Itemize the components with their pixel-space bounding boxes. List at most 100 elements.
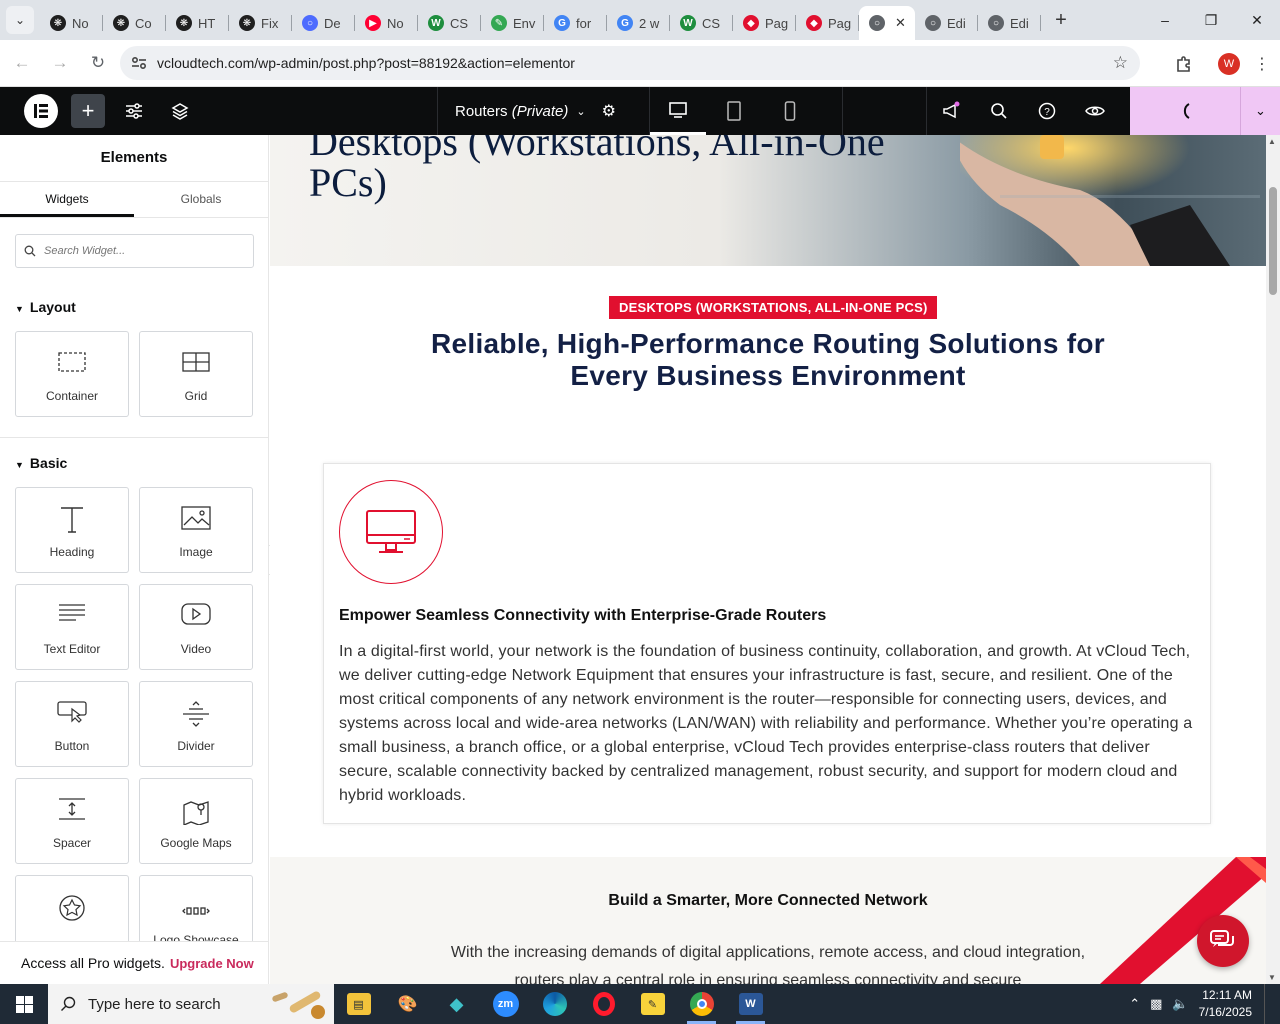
chevron-down-icon[interactable]: ⌄ — [576, 105, 585, 118]
widget-heading[interactable]: Heading — [15, 487, 129, 573]
widget-label: Google Maps — [160, 836, 232, 850]
scroll-down-arrow-icon[interactable]: ▼ — [1268, 973, 1276, 982]
logo-showcase-icon — [140, 894, 252, 924]
word-app-icon[interactable]: W — [726, 984, 775, 1024]
canvas-scrollbar[interactable]: ▲ ▼ — [1266, 135, 1280, 984]
widget-google-maps[interactable]: Google Maps — [139, 778, 253, 864]
category-layout-header[interactable]: ▼ Layout — [15, 299, 76, 315]
browser-tab[interactable]: W CS — [670, 6, 733, 40]
category-basic-label: Basic — [29, 455, 68, 471]
widget-spacer[interactable]: Spacer — [15, 778, 129, 864]
browser-tab[interactable]: ❋ Co — [103, 6, 166, 40]
browser-tab[interactable]: ✎ Env — [481, 6, 544, 40]
openai-icon: ❋ — [239, 15, 255, 31]
sticky-notes-icon[interactable]: ✎ — [628, 984, 677, 1024]
chrome-menu-icon[interactable]: ⋮ — [1252, 54, 1272, 74]
elementor-logo-icon[interactable] — [24, 94, 58, 128]
url-text[interactable]: vcloudtech.com/wp-admin/post.php?post=88… — [157, 55, 575, 71]
scroll-up-arrow-icon[interactable]: ▲ — [1268, 137, 1276, 146]
browser-tab[interactable]: G 2 w — [607, 6, 670, 40]
browser-tab[interactable]: ❋ HT — [166, 6, 229, 40]
document-title[interactable]: Routers (Private) — [455, 103, 568, 120]
reload-icon[interactable]: ↻ — [80, 45, 116, 81]
container-icon — [16, 350, 128, 380]
widget-label: Text Editor — [43, 642, 101, 656]
extensions-puzzle-icon[interactable] — [1166, 55, 1202, 73]
widget-button[interactable]: Button — [15, 681, 129, 767]
file-explorer-icon[interactable]: ▤ — [334, 984, 383, 1024]
finder-search-icon[interactable] — [975, 87, 1023, 135]
widget-search[interactable] — [15, 234, 254, 268]
browser-tab[interactable]: ❋ Fix — [229, 6, 292, 40]
browser-tab[interactable]: ❋ No — [40, 6, 103, 40]
widget-image[interactable]: Image — [139, 487, 253, 573]
tray-overflow-chevron-icon[interactable]: ⌃ — [1129, 996, 1140, 1012]
browser-tab[interactable]: ○ ✕ — [859, 6, 915, 40]
upgrade-now-link[interactable]: Upgrade Now — [170, 956, 254, 971]
profile-avatar[interactable]: W — [1218, 52, 1240, 75]
add-element-plus-icon[interactable]: + — [71, 94, 105, 128]
restore-icon[interactable]: ❐ — [1188, 0, 1234, 40]
close-tab-icon[interactable]: ✕ — [895, 15, 906, 31]
taskbar-clock[interactable]: 12:11 AM 7/16/2025 — [1199, 987, 1252, 1021]
section-heading: Reliable, High-Performance Routing Solut… — [431, 328, 1105, 391]
browser-tab[interactable]: ◆ Pag — [796, 6, 859, 40]
video-icon — [140, 603, 252, 633]
minimize-icon[interactable]: – — [1142, 0, 1188, 40]
new-tab-plus-icon[interactable]: + — [1047, 6, 1075, 34]
site-settings-sliders-icon[interactable] — [120, 94, 148, 128]
help-question-icon[interactable]: ? — [1023, 87, 1071, 135]
widget-text-editor[interactable]: Text Editor — [15, 584, 129, 670]
desktop-device-icon[interactable] — [650, 87, 706, 135]
document-title-dropdown[interactable]: Routers (Private) ⌄ ⚙ — [437, 87, 649, 135]
site-info-tune-icon[interactable] — [130, 56, 148, 70]
publish-button[interactable] — [1130, 87, 1240, 135]
scrollbar-thumb[interactable] — [1269, 187, 1277, 295]
forward-arrow-icon[interactable]: → — [42, 45, 78, 81]
paint-app-icon[interactable]: 🎨 — [383, 984, 432, 1024]
widget-video[interactable]: Video — [139, 584, 253, 670]
network-icon[interactable]: ▩ — [1150, 996, 1162, 1012]
page-settings-gear-icon[interactable]: ⚙ — [602, 101, 616, 121]
tablet-device-icon[interactable] — [706, 87, 762, 135]
show-desktop-button[interactable] — [1264, 984, 1270, 1024]
mobile-device-icon[interactable] — [762, 87, 818, 135]
tab-widgets[interactable]: Widgets — [0, 182, 134, 217]
widget-search-input[interactable] — [44, 245, 244, 257]
browser-tab[interactable]: ○ Edi — [978, 6, 1041, 40]
bookmark-star-icon[interactable]: ☆ — [1113, 53, 1128, 73]
tab-globals[interactable]: Globals — [134, 182, 268, 217]
teal-app-icon[interactable]: ◆ — [432, 984, 481, 1024]
browser-tab[interactable]: ◆ Pag — [733, 6, 796, 40]
browser-tab[interactable]: W CS — [418, 6, 481, 40]
widget-label: Divider — [177, 739, 215, 753]
taskbar-search[interactable]: Type here to search — [48, 984, 334, 1024]
notifications-megaphone-icon[interactable] — [927, 87, 975, 135]
windows-start-icon[interactable] — [0, 984, 48, 1024]
widget-label: Container — [45, 389, 99, 403]
structure-layers-icon[interactable] — [166, 94, 194, 128]
google-maps-icon — [140, 797, 252, 827]
address-bar[interactable]: vcloudtech.com/wp-admin/post.php?post=88… — [120, 46, 1140, 80]
browser-tab[interactable]: ▶ No — [355, 6, 418, 40]
volume-icon[interactable]: 🔈 — [1172, 996, 1188, 1012]
browser-tab[interactable]: ○ De — [292, 6, 355, 40]
preview-eye-icon[interactable] — [1071, 87, 1119, 135]
chat-widget-button[interactable] — [1197, 915, 1249, 967]
widget-divider[interactable]: Divider — [139, 681, 253, 767]
widget-container[interactable]: Container — [15, 331, 129, 417]
zoom-icon[interactable]: zm — [481, 984, 530, 1024]
widget-grid[interactable]: Grid — [139, 331, 253, 417]
browser-tab[interactable]: ○ Edi — [915, 6, 978, 40]
edge-browser-icon[interactable] — [530, 984, 579, 1024]
publish-options-chevron-icon[interactable]: ⌄ — [1240, 87, 1280, 135]
browser-tab-strip: ⌄ ❋ No ❋ Co ❋ HT ❋ Fix ○ De ▶ No W CS ✎ Env Gfor G 2 w W CS ◆… — [0, 0, 1280, 40]
category-basic-header[interactable]: ▼ Basic — [15, 455, 67, 471]
browser-tab[interactable]: Gfor — [544, 6, 607, 40]
tab-search-chevron-icon[interactable]: ⌄ — [6, 6, 34, 34]
back-arrow-icon[interactable]: ← — [4, 45, 40, 81]
chrome-browser-icon[interactable] — [677, 984, 726, 1024]
opera-browser-icon[interactable] — [579, 984, 628, 1024]
tab-label: Edi — [947, 15, 966, 31]
close-window-icon[interactable]: ✕ — [1234, 0, 1280, 40]
